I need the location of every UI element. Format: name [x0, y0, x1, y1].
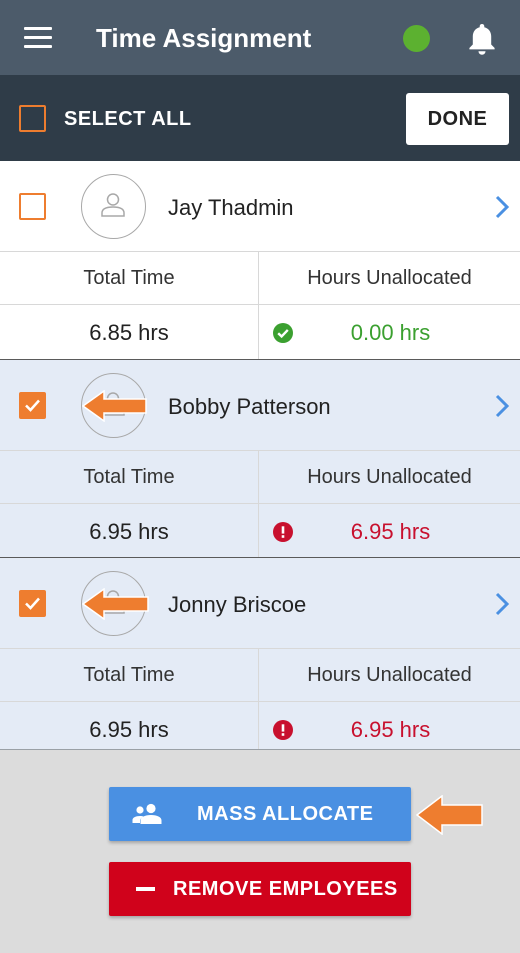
- employee-row[interactable]: Bobby Patterson: [0, 360, 520, 451]
- employee-card: Jay Thadmin Total Time Hours Unallocated…: [0, 161, 520, 359]
- employee-card: Jonny Briscoe Total Time Hours Unallocat…: [0, 558, 520, 749]
- avatar: [81, 174, 146, 239]
- hours-unallocated-header: Hours Unallocated: [307, 466, 472, 488]
- arrow-left-icon: [82, 588, 149, 620]
- chevron-right-icon[interactable]: [494, 591, 510, 617]
- column-header-row: Total Time Hours Unallocated: [0, 252, 520, 305]
- hours-unallocated-value: 0.00 hrs: [350, 320, 431, 345]
- checkmark-icon: [25, 399, 40, 412]
- employee-name: Bobby Patterson: [168, 394, 331, 419]
- chevron-right-icon[interactable]: [494, 194, 510, 220]
- employee-checkbox[interactable]: [19, 590, 46, 617]
- employee-checkbox[interactable]: [19, 392, 46, 419]
- employee-card: Bobby Patterson Total Time Hours Unalloc…: [0, 360, 520, 558]
- employee-checkbox[interactable]: [19, 193, 46, 220]
- remove-employees-button[interactable]: REMOVE EMPLOYEES: [109, 862, 411, 916]
- remove-employees-label: REMOVE EMPLOYEES: [173, 878, 398, 900]
- hours-unallocated-header: Hours Unallocated: [307, 664, 472, 686]
- online-status-indicator: [403, 25, 430, 52]
- total-time-value: 6.95 hrs: [89, 519, 169, 544]
- person-icon: [101, 193, 125, 217]
- page-title: Time Assignment: [96, 23, 312, 53]
- employee-row[interactable]: Jay Thadmin: [0, 161, 520, 252]
- chevron-right-icon[interactable]: [494, 393, 510, 419]
- hours-unallocated-header: Hours Unallocated: [307, 267, 472, 289]
- employee-name: Jay Thadmin: [168, 195, 294, 220]
- arrow-left-icon: [416, 795, 483, 835]
- column-header-row: Total Time Hours Unallocated: [0, 649, 520, 702]
- hamburger-menu-icon[interactable]: [24, 27, 52, 49]
- bell-icon[interactable]: [466, 22, 498, 56]
- action-panel: [0, 749, 520, 953]
- value-row: 6.95 hrs 6.95 hrs: [0, 504, 520, 558]
- total-time-value: 6.85 hrs: [89, 320, 169, 345]
- mass-allocate-button[interactable]: MASS ALLOCATE: [109, 787, 411, 841]
- select-all-label[interactable]: SELECT ALL: [64, 105, 192, 133]
- value-row: 6.85 hrs 0.00 hrs: [0, 305, 520, 359]
- total-time-header: Total Time: [83, 267, 175, 289]
- done-button[interactable]: DONE: [406, 93, 509, 145]
- arrow-left-icon: [82, 390, 147, 422]
- people-icon: [132, 803, 162, 824]
- column-header-row: Total Time Hours Unallocated: [0, 451, 520, 504]
- hours-unallocated-value: 6.95 hrs: [350, 519, 431, 544]
- value-row: 6.95 hrs 6.95 hrs: [0, 702, 520, 749]
- total-time-header: Total Time: [83, 664, 175, 686]
- total-time-header: Total Time: [83, 466, 175, 488]
- app-bar: Time Assignment: [0, 0, 520, 75]
- minus-icon: [136, 887, 155, 891]
- mass-allocate-label: MASS ALLOCATE: [197, 803, 374, 825]
- employee-name: Jonny Briscoe: [168, 592, 307, 617]
- employee-row[interactable]: Jonny Briscoe: [0, 558, 520, 649]
- select-all-checkbox[interactable]: [19, 105, 46, 132]
- checkmark-icon: [25, 597, 40, 610]
